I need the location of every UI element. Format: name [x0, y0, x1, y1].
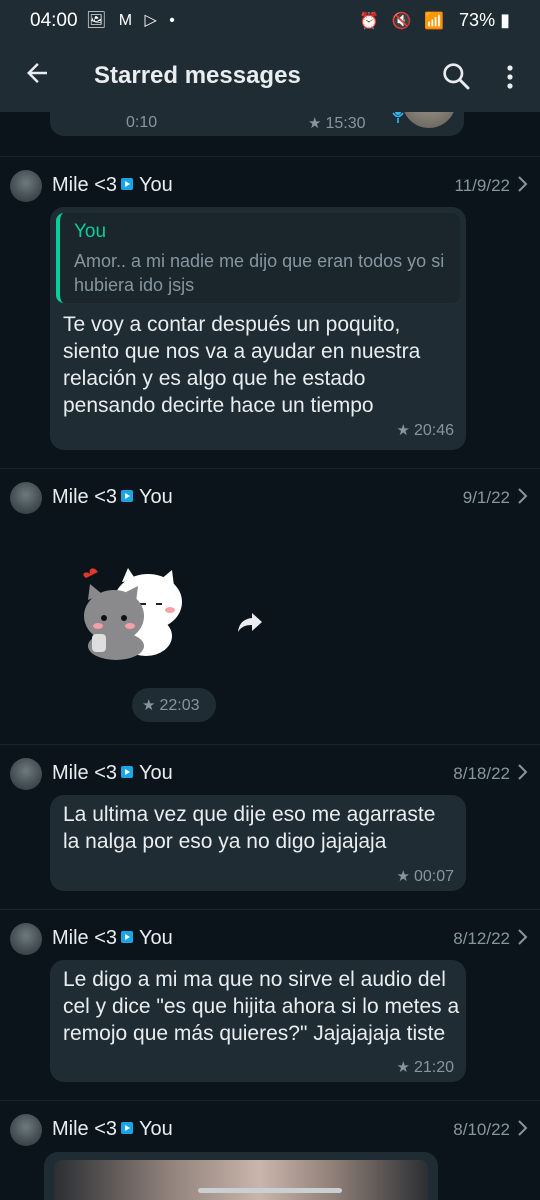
quote-text: Amor.. a mi nadie me dijo que eran todos… [74, 251, 445, 295]
photo-thumbnail[interactable] [54, 1160, 428, 1200]
sent-to-icon [121, 931, 134, 943]
message-time: 00:07 [413, 868, 454, 885]
sender-name: Mile <3 [52, 1118, 118, 1140]
more-vert-icon[interactable] [498, 62, 522, 92]
message-time: 21:20 [413, 1059, 454, 1076]
message-time: 20:46 [413, 422, 454, 439]
message-header[interactable]: Mile <3 You 9/1/22 [0, 478, 540, 518]
gesture-nav-handle[interactable] [198, 1188, 342, 1193]
message-text: Le digo a mi ma que no sirve el audio de… [63, 968, 460, 1045]
app-bar: Starred messages [0, 40, 540, 112]
avatar[interactable] [10, 170, 42, 202]
chevron-right-icon[interactable] [516, 927, 530, 947]
message-date: 9/1/22 [462, 488, 510, 507]
chevron-right-icon[interactable] [516, 762, 530, 782]
divider [0, 744, 540, 745]
quote-author: You [74, 221, 107, 242]
sent-to-icon [121, 490, 134, 502]
chevron-right-icon[interactable] [516, 486, 530, 506]
sender-line: Mile <3 You [52, 486, 173, 509]
message-time: 22:03 [159, 697, 200, 714]
message-meta: ★ 20:46 [397, 421, 455, 440]
message-header[interactable]: Mile <3 You 8/12/22 [0, 919, 540, 959]
message-meta: ★ 22:03 [142, 696, 200, 715]
recipient-name: You [139, 927, 173, 949]
recipient-name: You [139, 174, 173, 196]
message-header[interactable]: Mile <3 You 8/10/22 [0, 1110, 540, 1150]
message-date: 8/18/22 [453, 764, 510, 783]
battery-icon: ▮ [500, 10, 510, 30]
divider [0, 909, 540, 910]
divider [0, 468, 540, 469]
sender-name: Mile <3 [52, 762, 118, 784]
sender-name: Mile <3 [52, 174, 118, 196]
message-date: 11/9/22 [454, 176, 510, 195]
star-icon: ★ [396, 1059, 410, 1076]
message-header[interactable]: Mile <3 You 11/9/22 [0, 166, 540, 206]
system-icons: ⏰ 🔇 📶 [359, 13, 449, 30]
message-header[interactable]: Mile <3 You 8/18/22 [0, 754, 540, 794]
star-icon: ★ [396, 422, 410, 439]
voice-duration: 0:10 [126, 114, 158, 131]
sender-line: Mile <3 You [52, 174, 173, 197]
chevron-right-icon[interactable] [516, 174, 530, 194]
search-icon[interactable] [440, 60, 472, 92]
star-icon: ★ [142, 697, 156, 714]
page-title: Starred messages [94, 62, 301, 89]
starred-list[interactable]: 0:10 ★ 15:30 Mile <3 You 11/9/22 You Amor.… [0, 112, 540, 1200]
battery-level: 73% [459, 10, 496, 30]
sent-to-icon [121, 1122, 134, 1134]
recipient-name: You [139, 762, 173, 784]
message-bubble[interactable]: La ultima vez que dije eso me agarraste … [50, 795, 466, 891]
cat-sticker[interactable] [76, 564, 196, 664]
message-meta: ★ 21:20 [397, 1058, 455, 1077]
status-time: 04:00 [30, 10, 78, 31]
status-right: ⏰ 🔇 📶 73% ▮ [359, 10, 510, 31]
message-text: La ultima vez que dije eso me agarraste … [63, 803, 436, 853]
star-icon: ★ [396, 868, 410, 885]
quoted-message[interactable]: You Amor.. a mi nadie me dijo que eran t… [56, 213, 460, 303]
message-bubble[interactable]: You Amor.. a mi nadie me dijo que eran t… [50, 207, 466, 450]
divider [0, 1100, 540, 1101]
recipient-name: You [139, 1118, 173, 1140]
forward-icon[interactable] [236, 610, 264, 634]
message-date: 8/10/22 [453, 1120, 510, 1139]
sent-to-icon [121, 178, 134, 190]
chevron-right-icon[interactable] [516, 1118, 530, 1138]
back-arrow-icon[interactable] [22, 58, 52, 88]
sticker-time-pill: ★ 22:03 [132, 688, 216, 722]
sender-name: Mile <3 [52, 486, 118, 508]
notification-icons: 🖼 M ▷ • [86, 12, 179, 29]
recipient-name: You [139, 486, 173, 508]
message-time: 15:30 [325, 115, 366, 132]
avatar[interactable] [10, 1114, 42, 1146]
avatar[interactable] [10, 758, 42, 790]
avatar[interactable] [10, 923, 42, 955]
divider [0, 156, 540, 157]
sender-line: Mile <3 You [52, 927, 173, 950]
sender-name: Mile <3 [52, 927, 118, 949]
message-bubble[interactable]: Le digo a mi ma que no sirve el audio de… [50, 960, 466, 1082]
mic-icon [392, 112, 404, 123]
message-meta: ★ 15:30 [308, 114, 366, 133]
star-icon: ★ [308, 115, 322, 132]
sender-line: Mile <3 You [52, 762, 173, 785]
sender-line: Mile <3 You [52, 1118, 173, 1141]
status-bar: 04:00 🖼 M ▷ • ⏰ 🔇 📶 73% ▮ [0, 0, 540, 40]
message-meta: ★ 00:07 [397, 867, 455, 886]
message-text: Te voy a contar después un poquito, sien… [63, 313, 421, 417]
avatar[interactable] [10, 482, 42, 514]
sent-to-icon [121, 766, 134, 778]
message-date: 8/12/22 [453, 929, 510, 948]
